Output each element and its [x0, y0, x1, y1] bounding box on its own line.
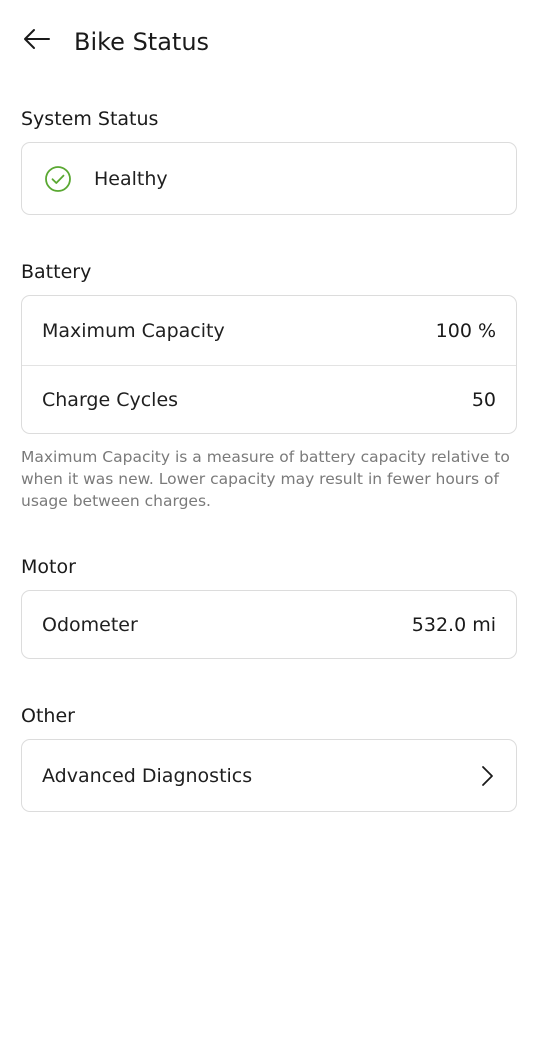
other-card: Advanced Diagnostics [21, 739, 517, 812]
app-header: Bike Status [0, 0, 540, 84]
system-status-row: Healthy [22, 143, 516, 214]
battery-row-charge-cycles: Charge Cycles 50 [22, 365, 516, 434]
chevron-right-icon [478, 764, 496, 788]
arrow-left-icon [23, 28, 51, 54]
max-capacity-label: Maximum Capacity [42, 319, 225, 342]
section-title-motor: Motor [21, 556, 76, 578]
advanced-diagnostics-label: Advanced Diagnostics [42, 764, 253, 787]
page-title: Bike Status [74, 28, 210, 56]
charge-cycles-label: Charge Cycles [42, 389, 179, 411]
battery-row-max-capacity: Maximum Capacity 100 % [22, 296, 516, 365]
section-title-system-status: System Status [21, 108, 159, 130]
max-capacity-value: 100 % [435, 319, 496, 342]
battery-card: Maximum Capacity 100 % Charge Cycles 50 [21, 295, 517, 434]
check-circle-icon [44, 165, 72, 193]
motor-row-odometer: Odometer 532.0 mi [22, 591, 516, 658]
status-label: Healthy [94, 167, 168, 190]
battery-note: Maximum Capacity is a measure of battery… [21, 448, 510, 510]
back-button[interactable] [20, 26, 54, 56]
odometer-label: Odometer [42, 613, 138, 636]
system-status-card: Healthy [21, 142, 517, 215]
odometer-value: 532.0 mi [411, 613, 496, 636]
motor-card: Odometer 532.0 mi [21, 590, 517, 659]
advanced-diagnostics-row[interactable]: Advanced Diagnostics [22, 740, 516, 811]
section-title-battery: Battery [21, 261, 92, 283]
charge-cycles-value: 50 [471, 389, 496, 411]
section-title-other: Other [21, 705, 75, 727]
